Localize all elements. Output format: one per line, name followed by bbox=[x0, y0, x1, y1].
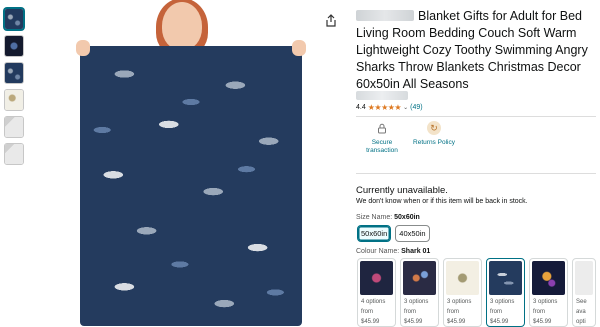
size-options: 50x60in 40x50in bbox=[357, 225, 430, 242]
swatch-price: $45.99 bbox=[447, 319, 466, 325]
share-icon[interactable] bbox=[324, 14, 338, 28]
star-rating-icon: ★★★★★ bbox=[367, 103, 402, 112]
colour-swatch[interactable]: 3 options from $45.99 bbox=[529, 258, 568, 327]
colour-swatch[interactable]: 3 options from $45.99 bbox=[443, 258, 482, 327]
rating-value: 4.4 bbox=[356, 104, 366, 111]
size-option-40x50[interactable]: 40x50in bbox=[395, 225, 430, 242]
swatch-options: 4 options bbox=[361, 299, 386, 305]
product-info: Blanket Gifts for Adult for Bed Living R… bbox=[356, 8, 596, 93]
divider bbox=[356, 116, 596, 117]
colour-swatch-selected[interactable]: 3 options from $45.99 bbox=[486, 258, 525, 327]
availability-note: We don't know when or if this item will … bbox=[356, 198, 528, 205]
swatch-from: from bbox=[490, 309, 502, 315]
swatch-image bbox=[489, 261, 522, 295]
shark-blanket bbox=[80, 46, 302, 326]
thumbnail[interactable] bbox=[4, 35, 24, 57]
product-title[interactable]: Blanket Gifts for Adult for Bed Living R… bbox=[356, 8, 596, 93]
colour-swatches: 4 options from $45.99 3 options from $45… bbox=[357, 258, 596, 327]
swatch-from: from bbox=[404, 309, 416, 315]
colour-swatch[interactable]: 3 options from $45.99 bbox=[400, 258, 439, 327]
thumbnail[interactable] bbox=[4, 143, 24, 165]
returns-icon: ↻ bbox=[427, 121, 441, 135]
size-label: Size Name: 50x60in bbox=[356, 214, 420, 221]
swatch-price: $45.99 bbox=[361, 319, 380, 325]
colour-label: Colour Name: Shark 01 bbox=[356, 248, 431, 255]
thumbnail[interactable] bbox=[4, 116, 24, 138]
secure-transaction-badge[interactable]: Secure transaction bbox=[356, 121, 408, 165]
main-product-image[interactable] bbox=[72, 0, 308, 327]
swatch-from: from bbox=[361, 309, 373, 315]
thumbnail-strip bbox=[4, 8, 28, 170]
selected-colour: Shark 01 bbox=[401, 248, 431, 255]
swatch-options: 3 options bbox=[447, 299, 472, 305]
swatch-price: $45.99 bbox=[404, 319, 423, 325]
swatch-image bbox=[403, 261, 436, 295]
divider bbox=[356, 173, 596, 174]
swatch-options: 3 options bbox=[404, 299, 429, 305]
secure-transaction-label: Secure transaction bbox=[366, 139, 398, 154]
lock-icon bbox=[375, 121, 389, 135]
returns-policy-label: Returns Policy bbox=[413, 139, 455, 146]
returns-policy-badge[interactable]: ↻ Returns Policy bbox=[408, 121, 460, 165]
store-link-redacted[interactable] bbox=[356, 91, 408, 100]
swatch-options: 3 options bbox=[533, 299, 558, 305]
selected-size: 50x60in bbox=[394, 214, 420, 221]
rating-count[interactable]: (49) bbox=[410, 104, 422, 111]
swatch-price: opti bbox=[576, 319, 586, 325]
availability-status: Currently unavailable. bbox=[356, 185, 448, 196]
swatch-image bbox=[360, 261, 393, 295]
chevron-down-icon[interactable]: ⌄ bbox=[403, 104, 408, 111]
brand-name-redacted bbox=[356, 10, 414, 21]
swatch-options: 3 options bbox=[490, 299, 515, 305]
model-hand-right bbox=[292, 40, 306, 56]
colour-swatch[interactable]: 4 options from $45.99 bbox=[357, 258, 396, 327]
swatch-from: ava bbox=[576, 309, 586, 315]
trust-badges: Secure transaction ↻ Returns Policy bbox=[356, 121, 476, 165]
swatch-price: $45.99 bbox=[490, 319, 509, 325]
rating-summary[interactable]: 4.4 ★★★★★ ⌄ (49) bbox=[356, 103, 423, 112]
thumbnail[interactable] bbox=[4, 8, 24, 30]
model-hand-left bbox=[76, 40, 90, 56]
colour-swatch-more[interactable]: See ava opti bbox=[572, 258, 596, 327]
model-face bbox=[162, 2, 202, 50]
swatch-image bbox=[446, 261, 479, 295]
swatch-image bbox=[575, 261, 593, 295]
swatch-image bbox=[532, 261, 565, 295]
swatch-price: $45.99 bbox=[533, 319, 552, 325]
swatch-from: from bbox=[447, 309, 459, 315]
size-option-50x60[interactable]: 50x60in bbox=[357, 225, 392, 242]
thumbnail[interactable] bbox=[4, 89, 24, 111]
swatch-options: See bbox=[576, 299, 587, 305]
thumbnail[interactable] bbox=[4, 62, 24, 84]
swatch-from: from bbox=[533, 309, 545, 315]
